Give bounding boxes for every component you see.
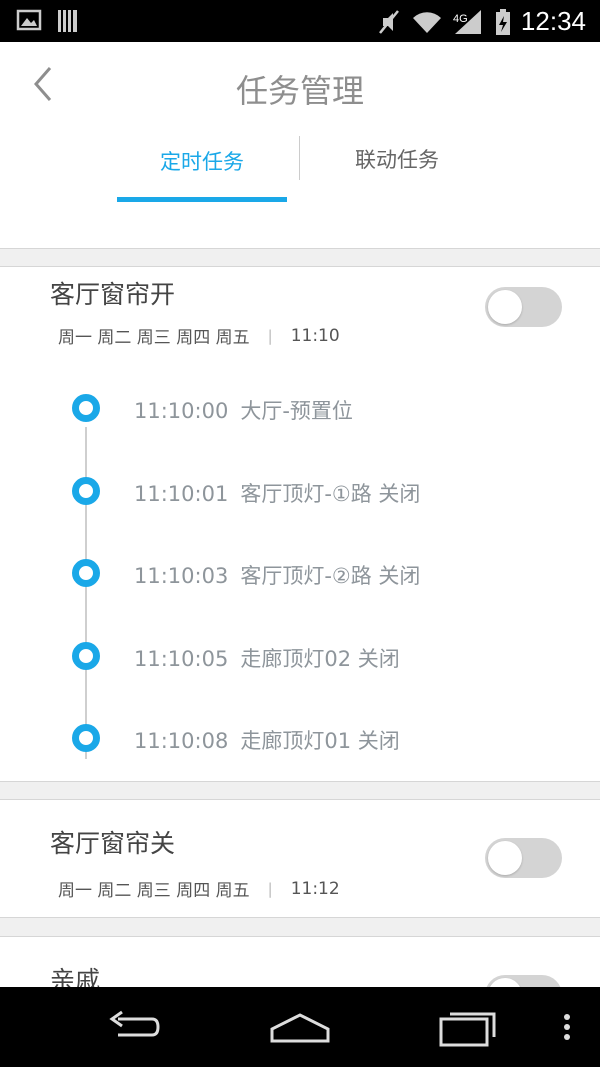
recents-icon[interactable]: [438, 1005, 498, 1049]
toggle-knob: [488, 290, 522, 324]
system-nav-bar: [0, 987, 600, 1067]
step-time: 11:10:01: [134, 482, 229, 506]
tab-bar: 定时任务 联动任务: [0, 132, 600, 202]
step-action: 走廊顶灯02 关闭: [240, 647, 400, 671]
step-time: 11:10:05: [134, 647, 229, 671]
schedule-separator: |: [267, 326, 273, 345]
app-content: 任务管理 定时任务 联动任务 客厅窗帘开 周一 周二 周三 周四 周五 | 11…: [0, 42, 600, 987]
signal-icon: 4G: [453, 9, 481, 34]
toggle-knob: [488, 841, 522, 875]
step-action: 客厅顶灯-①路 关闭: [240, 482, 421, 506]
status-right-icons: 4G 12:34: [377, 6, 586, 37]
task-schedule: 周一 周二 周三 周四 周五 | 11:10: [58, 323, 340, 349]
step-action: 客厅顶灯-②路 关闭: [240, 564, 421, 588]
header: 任务管理 定时任务 联动任务: [0, 42, 600, 249]
mute-icon: [378, 9, 399, 34]
timeline-dot: [72, 559, 100, 587]
step-action: 走廊顶灯01 关闭: [240, 729, 400, 753]
task-name: 客厅窗帘开: [50, 280, 176, 309]
status-left-icons: [16, 8, 80, 34]
barcode-icon: [58, 10, 77, 32]
task-days: 周一 周二 周三 周四 周五: [58, 328, 250, 348]
task-time: 11:12: [290, 878, 340, 899]
page-title: 任务管理: [235, 72, 364, 110]
task-toggle[interactable]: [485, 287, 562, 327]
toggle-knob: [488, 978, 522, 987]
task-card[interactable]: 客厅窗帘开 周一 周二 周三 周四 周五 | 11:10 11:10:00 大厅-…: [0, 266, 600, 782]
task-name: 客厅窗帘关: [50, 829, 176, 858]
task-days: 周一 周二 周三 周四 周五: [58, 881, 250, 901]
task-card[interactable]: 客厅窗帘关 周一 周二 周三 周四 周五 | 11:12: [0, 799, 600, 918]
task-time: 11:10: [290, 325, 340, 346]
step-time: 11:10:03: [134, 564, 229, 588]
step-action: 大厅-预置位: [240, 399, 353, 423]
task-schedule: 周一 周二 周三 周四 周五 | 11:12: [58, 876, 340, 902]
timeline-dot: [72, 724, 100, 752]
task-name: 亲戚: [50, 966, 101, 987]
svg-text:4G: 4G: [453, 13, 468, 25]
battery-charging-icon: [495, 8, 510, 35]
task-toggle[interactable]: [485, 838, 562, 878]
step-time: 11:10:00: [134, 399, 229, 423]
status-time: 12:34: [520, 6, 586, 36]
overflow-menu-icon[interactable]: [560, 1005, 574, 1049]
tab-timed-tasks[interactable]: 定时任务: [118, 146, 286, 176]
timeline-dot: [72, 642, 100, 670]
wifi-icon: [412, 11, 441, 33]
tab-divider: [299, 136, 300, 180]
schedule-separator: |: [267, 879, 273, 898]
task-card[interactable]: 亲戚: [0, 936, 600, 987]
active-tab-indicator: [117, 197, 287, 202]
back-icon[interactable]: [104, 1005, 162, 1049]
timeline-dot: [72, 394, 100, 422]
timeline-dot: [72, 477, 100, 505]
task-toggle[interactable]: [485, 975, 562, 987]
image-icon: [16, 9, 42, 31]
step-time: 11:10:08: [134, 729, 229, 753]
status-bar: 4G 12:34: [0, 0, 600, 42]
tab-linked-tasks[interactable]: 联动任务: [302, 144, 492, 174]
home-icon[interactable]: [268, 1005, 332, 1049]
